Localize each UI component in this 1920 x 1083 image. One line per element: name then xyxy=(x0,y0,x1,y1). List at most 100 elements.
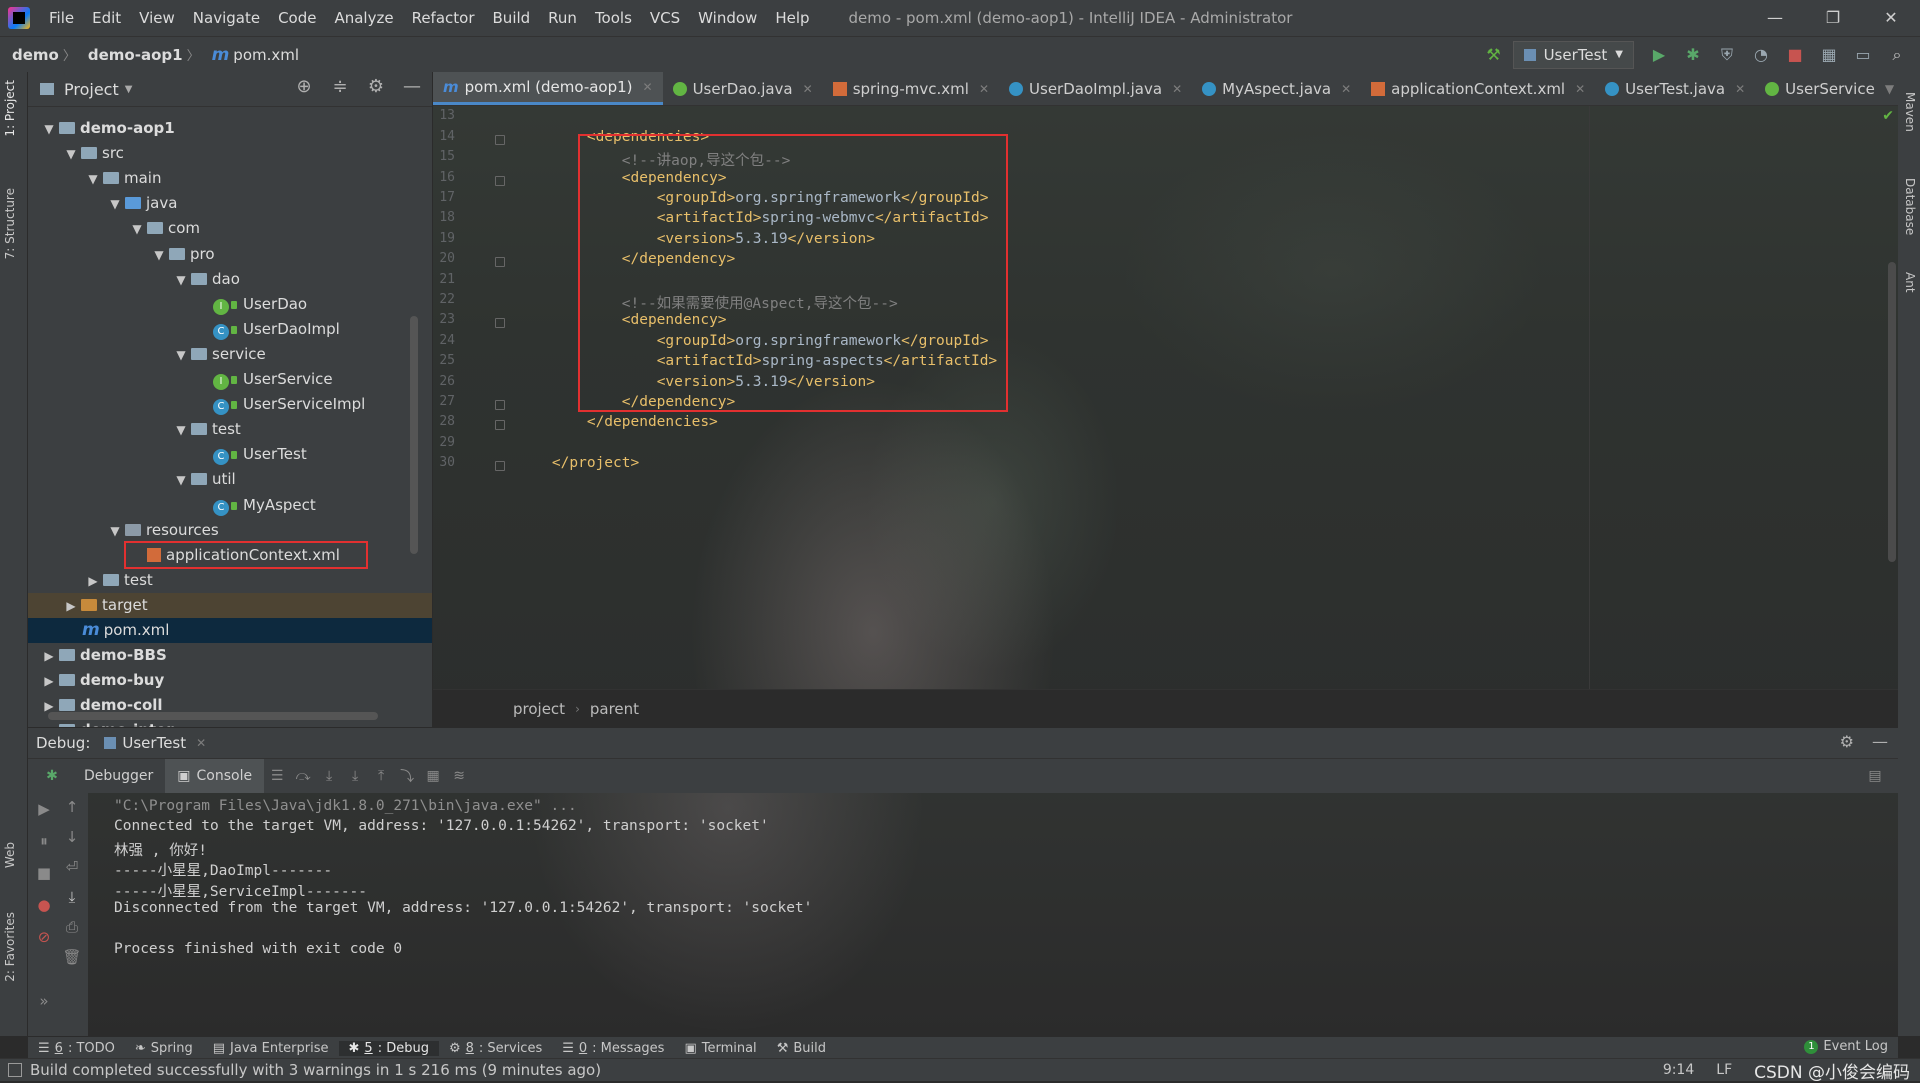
expanded-arrow-icon[interactable]: ▼ xyxy=(64,142,78,167)
stop-icon[interactable]: ■ xyxy=(1780,40,1810,70)
expanded-arrow-icon[interactable]: ▼ xyxy=(152,243,166,268)
evaluate-icon[interactable]: ▦ xyxy=(420,768,446,784)
debug-session-tab[interactable]: UserTest ✕ xyxy=(104,734,206,752)
tree-item[interactable]: ▼ resources xyxy=(28,518,432,543)
collapsed-arrow-icon[interactable]: ▶ xyxy=(86,569,100,594)
tool-tab-structure[interactable]: 7: Structure xyxy=(3,188,17,259)
tool-tab-web[interactable]: Web xyxy=(3,842,17,868)
expanded-arrow-icon[interactable]: ▼ xyxy=(174,468,188,493)
soft-wrap-icon[interactable]: ⏎ xyxy=(62,858,82,876)
close-tab-icon[interactable]: ✕ xyxy=(1735,82,1745,96)
tree-item[interactable]: ▼ test xyxy=(28,417,432,442)
expanded-arrow-icon[interactable]: ▼ xyxy=(174,343,188,368)
hide-icon[interactable]: — xyxy=(400,76,424,97)
project-hscrollbar[interactable] xyxy=(48,712,378,720)
tree-item[interactable]: C UserDaoImpl xyxy=(28,317,432,342)
scroll-up-icon[interactable]: ↑ xyxy=(62,798,82,816)
search-icon[interactable]: ⌕ xyxy=(1882,40,1912,70)
tab-list-chevron-icon[interactable]: ▼ xyxy=(1885,82,1894,96)
menu-refactor[interactable]: Refactor xyxy=(403,0,484,36)
close-tab-icon[interactable]: ✕ xyxy=(1575,82,1585,96)
close-tab-icon[interactable]: ✕ xyxy=(196,736,206,750)
editor-tab[interactable]: UserTest.java ✕ xyxy=(1595,72,1755,105)
menu-file[interactable]: File xyxy=(40,0,83,36)
tree-item[interactable]: C UserServiceImpl xyxy=(28,392,432,417)
project-structure-icon[interactable]: ▦ xyxy=(1814,40,1844,70)
tree-item[interactable]: ▶ demo-BBS xyxy=(28,643,432,668)
view-breakpoints-icon[interactable]: ● xyxy=(34,896,54,914)
tool-tab-maven[interactable]: Maven xyxy=(1903,92,1917,132)
tree-item[interactable]: ▼ main xyxy=(28,166,432,191)
tool-window-button[interactable]: ✱ 5: Debug xyxy=(338,1040,439,1056)
tree-item[interactable]: ▼ service xyxy=(28,342,432,367)
step-over-icon[interactable]: ⤼ xyxy=(290,768,316,784)
tab-debugger[interactable]: Debugger xyxy=(72,759,165,793)
layout-icon[interactable]: ▤ xyxy=(1862,768,1888,784)
toggle-tool-windows-icon[interactable] xyxy=(8,1063,22,1077)
tree-item[interactable]: ▼ pro xyxy=(28,242,432,267)
expanded-arrow-icon[interactable]: ▼ xyxy=(42,117,56,142)
breadcrumb-module[interactable]: demo-aop1 xyxy=(76,46,187,64)
step-out-icon[interactable]: ⤒ xyxy=(368,768,394,784)
project-scrollbar[interactable] xyxy=(410,316,418,554)
breadcrumb-project[interactable]: demo xyxy=(0,46,63,64)
more-icon[interactable]: » xyxy=(34,992,54,1010)
menu-code[interactable]: Code xyxy=(269,0,325,36)
close-icon[interactable]: ✕ xyxy=(1862,0,1920,36)
gear-icon[interactable]: ⚙ xyxy=(364,76,388,97)
presentation-icon[interactable]: ▭ xyxy=(1848,40,1878,70)
tree-item[interactable]: ▼ src xyxy=(28,141,432,166)
editor-breadcrumb-project[interactable]: project xyxy=(513,700,565,718)
resume-icon[interactable]: ▶ xyxy=(34,800,54,818)
stop-icon[interactable]: ■ xyxy=(34,864,54,882)
menu-window[interactable]: Window xyxy=(689,0,766,36)
close-tab-icon[interactable]: ✕ xyxy=(1172,82,1182,96)
tool-window-button[interactable]: ⚙ 8: Services xyxy=(439,1041,552,1056)
editor-tab[interactable]: UserDao.java ✕ xyxy=(663,72,823,105)
expanded-arrow-icon[interactable]: ▼ xyxy=(108,519,122,544)
tree-item[interactable]: ▼ com xyxy=(28,216,432,241)
expanded-arrow-icon[interactable]: ▼ xyxy=(108,192,122,217)
tool-window-button[interactable]: ☰ 6: TODO xyxy=(28,1041,125,1056)
tool-tab-favorites[interactable]: 2: Favorites xyxy=(3,912,17,982)
tree-item[interactable]: ▶ test xyxy=(28,568,432,593)
caret-position[interactable]: 9:14 xyxy=(1663,1062,1694,1078)
restore-icon[interactable]: ❐ xyxy=(1804,0,1862,36)
tool-tab-database[interactable]: Database xyxy=(1903,178,1917,235)
menu-help[interactable]: Help xyxy=(766,0,818,36)
editor-tab[interactable]: UserService ▼ xyxy=(1755,72,1898,105)
breadcrumb-file[interactable]: m pom.xml xyxy=(200,45,303,65)
scroll-down-icon[interactable]: ↓ xyxy=(62,828,82,846)
editor-scrollbar[interactable] xyxy=(1888,262,1896,562)
print-icon[interactable]: ⎙ xyxy=(62,918,82,936)
step-into-icon[interactable]: ⤓ xyxy=(316,768,342,784)
force-step-into-icon[interactable]: ⤓ xyxy=(342,768,368,784)
menu-navigate[interactable]: Navigate xyxy=(184,0,269,36)
tree-item[interactable]: C UserTest xyxy=(28,442,432,467)
collapsed-arrow-icon[interactable]: ▶ xyxy=(42,719,56,727)
expanded-arrow-icon[interactable]: ▼ xyxy=(174,418,188,443)
menu-build[interactable]: Build xyxy=(484,0,540,36)
tool-window-button[interactable]: ⚒ Build xyxy=(767,1041,836,1056)
coverage-icon[interactable]: ⛨ xyxy=(1712,40,1742,70)
tool-window-button[interactable]: ☰ 0: Messages xyxy=(552,1041,674,1056)
editor-tab[interactable]: applicationContext.xml ✕ xyxy=(1361,72,1595,105)
status-message[interactable]: Build completed successfully with 3 warn… xyxy=(30,1061,601,1079)
tree-item[interactable]: C MyAspect xyxy=(28,493,432,518)
tool-tab-ant[interactable]: Ant xyxy=(1903,272,1917,293)
collapse-all-icon[interactable]: ≑ xyxy=(328,76,352,97)
close-tab-icon[interactable]: ✕ xyxy=(979,82,989,96)
gear-icon[interactable]: ⚙ xyxy=(1840,732,1854,751)
editor-tab[interactable]: spring-mvc.xml ✕ xyxy=(823,72,999,105)
hide-icon[interactable]: — xyxy=(1872,732,1888,751)
menu-vcs[interactable]: VCS xyxy=(641,0,689,36)
tool-window-button[interactable]: ▣ Terminal xyxy=(674,1041,766,1056)
menu-tools[interactable]: Tools xyxy=(586,0,641,36)
run-icon[interactable]: ▶ xyxy=(1644,40,1674,70)
menu-analyze[interactable]: Analyze xyxy=(325,0,402,36)
collapsed-arrow-icon[interactable]: ▶ xyxy=(42,669,56,694)
minimize-icon[interactable]: — xyxy=(1746,0,1804,36)
tool-window-button[interactable]: ❧ Spring xyxy=(125,1041,203,1056)
project-panel-title[interactable]: Project xyxy=(64,80,119,99)
expanded-arrow-icon[interactable]: ▼ xyxy=(174,268,188,293)
